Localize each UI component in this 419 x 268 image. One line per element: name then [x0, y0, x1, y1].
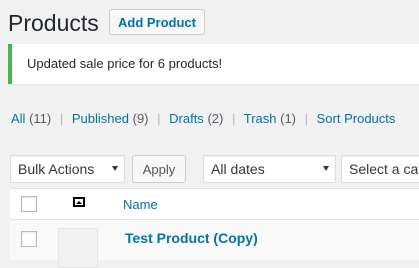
bulk-actions-select[interactable]: Bulk Actions [10, 155, 125, 183]
chevron-down-icon [112, 166, 118, 171]
page-title: Products [8, 10, 99, 36]
filter-trash-count: (1) [280, 111, 296, 126]
date-filter-value: All dates [211, 161, 265, 177]
date-filter-select[interactable]: All dates [203, 155, 336, 183]
product-thumbnail[interactable] [58, 228, 98, 268]
separator: | [157, 111, 161, 126]
success-notice: Updated sale price for 6 products! [8, 44, 419, 84]
row-checkbox[interactable] [21, 231, 37, 247]
column-name-header[interactable]: Name [123, 197, 158, 212]
sort-products-link[interactable]: Sort Products [317, 111, 396, 126]
bulk-actions-value: Bulk Actions [18, 161, 95, 177]
filter-all-count: (11) [29, 111, 52, 126]
filter-drafts[interactable]: Drafts [169, 111, 204, 126]
separator: | [304, 111, 309, 126]
select-all-checkbox[interactable] [21, 196, 37, 212]
filter-drafts-count: (2) [207, 111, 224, 126]
add-product-button[interactable]: Add Product [109, 9, 205, 35]
table-header: Name [10, 188, 419, 220]
apply-button[interactable]: Apply [132, 155, 186, 183]
image-icon [73, 197, 85, 207]
filter-trash[interactable]: Trash [244, 111, 277, 126]
category-filter-select[interactable]: Select a cat [341, 155, 419, 183]
table-row: Test Product (Copy) [10, 220, 419, 268]
notice-message: Updated sale price for 6 products! [27, 56, 223, 71]
filter-published[interactable]: Published [72, 111, 129, 126]
status-filters: All (11) | Published (9) | Drafts (2) | … [11, 111, 395, 126]
product-name-link[interactable]: Test Product (Copy) [125, 230, 258, 246]
filter-all[interactable]: All [11, 111, 25, 126]
category-filter-value: Select a cat [349, 161, 419, 177]
filter-published-count: (9) [132, 111, 149, 126]
separator: | [59, 111, 64, 126]
separator: | [231, 111, 236, 126]
chevron-down-icon [323, 166, 329, 171]
